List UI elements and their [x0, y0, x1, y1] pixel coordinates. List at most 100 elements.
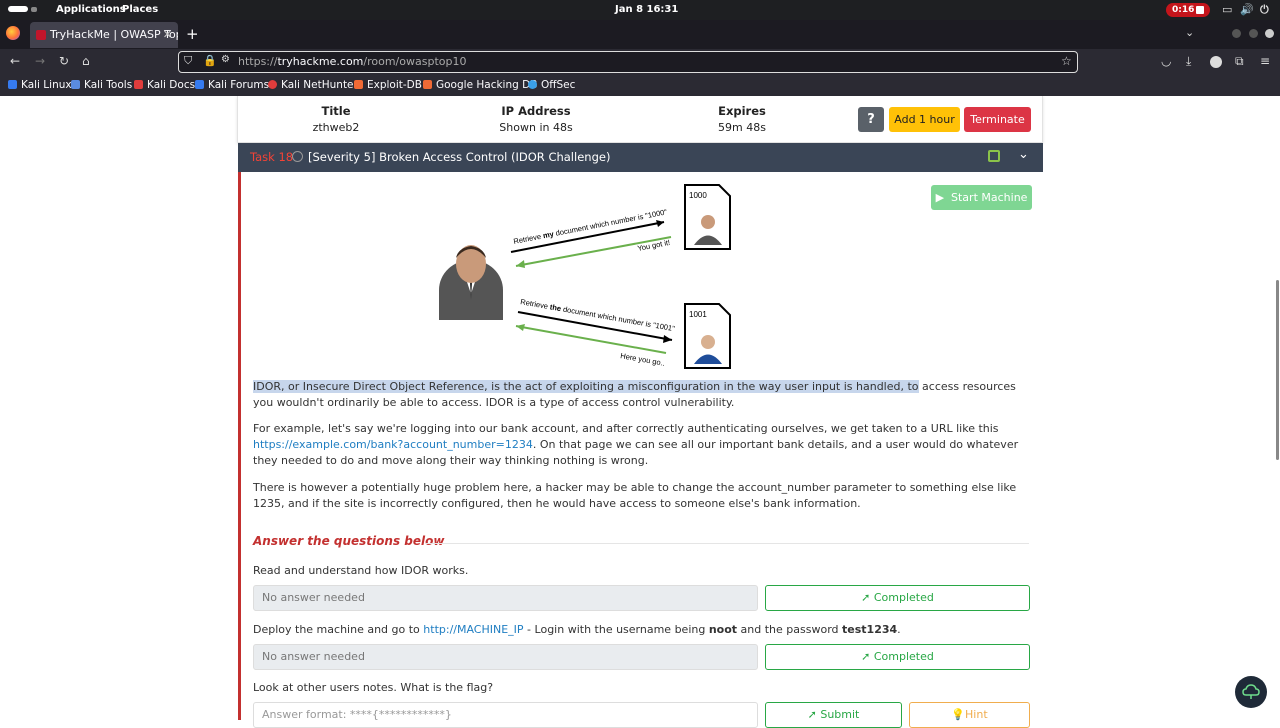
send-icon: ➚ [807, 708, 821, 721]
offsec-icon [528, 80, 537, 89]
example-url-link[interactable]: https://example.com/bank?account_number=… [253, 438, 533, 451]
question-text: and the password [737, 623, 843, 636]
url-text[interactable]: https://tryhackme.com/room/owasptop10 [238, 55, 466, 68]
cloud-icon [1242, 684, 1260, 699]
close-window-icon[interactable] [1265, 29, 1274, 38]
bookmark-kali-tools[interactable]: Kali Tools [71, 79, 132, 91]
browser-tab[interactable]: TryHackMe | OWASP Top ✕ [30, 22, 178, 48]
lock-icon[interactable]: 🔒 [203, 54, 217, 67]
response-2-text: Here you go.. [620, 351, 666, 368]
new-tab-icon[interactable]: + [186, 25, 199, 43]
password-text: test1234 [842, 623, 898, 636]
bookmark-star-icon[interactable]: ☆ [1061, 54, 1072, 68]
extensions-icon[interactable]: ⧉ [1235, 54, 1244, 69]
account-icon[interactable] [1210, 56, 1222, 68]
clock[interactable]: Jan 8 16:31 [615, 4, 678, 15]
response-arrowhead-1 [516, 260, 525, 268]
divider [426, 543, 1029, 544]
permissions-icon[interactable]: ⚙ [221, 54, 230, 65]
answer-3-field[interactable]: Answer format: ****{************} [253, 702, 758, 728]
start-machine-label: Start Machine [951, 191, 1028, 204]
add-hour-button[interactable]: Add 1 hour [889, 107, 960, 132]
paragraph-idor-definition: IDOR, or Insecure Direct Object Referenc… [253, 379, 1031, 411]
machine-info-panel: Title zthweb2 IP Address Shown in 48s Ex… [237, 96, 1043, 143]
answer-1-field[interactable]: No answer needed [253, 585, 758, 611]
bookmarks-bar: Kali Linux Kali Tools Kali Docs Kali For… [0, 75, 1280, 96]
title-label: Title [321, 104, 351, 118]
terminate-button[interactable]: Terminate [964, 107, 1031, 132]
bookmark-kali-nethunter[interactable]: Kali NetHunter [268, 79, 358, 91]
task-title: [Severity 5] Broken Access Control (IDOR… [308, 150, 611, 164]
firefox-logo-icon [6, 26, 20, 40]
reload-icon[interactable]: ↻ [59, 54, 69, 68]
task-header[interactable]: Task 18 [Severity 5] Broken Access Contr… [238, 143, 1043, 172]
completed-button-2[interactable]: ➚ Completed [765, 644, 1030, 670]
task-body: ▶ Start Machine 1000 1001 Retrieve my do… [238, 172, 1043, 728]
ghdb-icon [423, 80, 432, 89]
power-icon[interactable]: ⏻ [1260, 3, 1269, 17]
question-2: Deploy the machine and go to http://MACH… [253, 623, 901, 636]
submit-label: Submit [820, 708, 860, 721]
submit-button[interactable]: ➚ Submit [765, 702, 902, 728]
bookmark-label: Exploit-DB [367, 79, 422, 91]
machine-expires: Expires 59m 48s [692, 104, 792, 134]
bookmark-exploit-db[interactable]: Exploit-DB [354, 79, 422, 91]
send-icon: ➚ [861, 650, 874, 663]
response-1-text: You got it! [637, 238, 671, 253]
pocket-icon[interactable]: ◡ [1161, 54, 1171, 68]
cloud-network-button[interactable] [1235, 676, 1267, 708]
bookmark-offsec[interactable]: OffSec [528, 79, 575, 91]
help-button[interactable]: ? [858, 107, 884, 132]
list-tabs-icon[interactable]: ⌄ [1185, 26, 1194, 39]
machine-ip-link[interactable]: http://MACHINE_IP [423, 623, 523, 636]
home-icon[interactable]: ⌂ [82, 54, 90, 68]
bookmark-kali-forums[interactable]: Kali Forums [195, 79, 269, 91]
completed-button-1[interactable]: ➚ Completed [765, 585, 1030, 611]
url-domain: tryhackme.com [277, 55, 364, 68]
navigation-toolbar: ← → ↻ ⌂ ⛉ 🔒 ⚙ https://tryhackme.com/room… [0, 49, 1280, 75]
applications-menu[interactable]: Applications [56, 4, 126, 15]
task-number: Task 18 [250, 150, 294, 164]
kali-tools-icon [71, 80, 80, 89]
kali-icon [8, 80, 17, 89]
doc-1001-label: 1001 [689, 310, 707, 319]
paragraph-problem: There is however a potentially huge prob… [253, 481, 1017, 510]
paragraph-text: For example, let's say we're logging int… [253, 422, 999, 435]
question-text: . [897, 623, 901, 636]
paragraph-bank-example: For example, let's say we're logging int… [253, 421, 1031, 469]
chevron-down-icon[interactable]: ⌄ [1018, 147, 1029, 162]
workspace-indicator [31, 7, 37, 12]
maximize-icon[interactable] [1249, 29, 1258, 38]
screen-icon[interactable]: ▭ [1222, 3, 1232, 16]
recording-time: 0:16 [1172, 5, 1195, 15]
tryhackme-favicon-icon [36, 30, 46, 40]
tracking-shield-icon[interactable]: ⛉ [184, 54, 192, 68]
nethunter-icon [268, 80, 277, 89]
request-2-text: Retrieve the document which number is "1… [520, 297, 676, 333]
bookmark-kali-docs[interactable]: Kali Docs [134, 79, 195, 91]
hint-button[interactable]: 💡Hint [909, 702, 1030, 728]
response-arrowhead-2 [516, 324, 525, 331]
recording-indicator[interactable]: 0:16 [1166, 3, 1210, 17]
downloads-icon[interactable]: ⤓ [1186, 54, 1191, 69]
answer-2-field[interactable]: No answer needed [253, 644, 758, 670]
page-scrollbar[interactable] [1276, 280, 1279, 460]
question-3: Look at other users notes. What is the f… [253, 681, 494, 694]
expires-value: 59m 48s [718, 121, 766, 134]
forward-icon[interactable]: → [35, 54, 45, 68]
minimize-icon[interactable] [1232, 29, 1241, 38]
activities-indicator[interactable] [8, 6, 28, 12]
bookmark-kali-linux[interactable]: Kali Linux [8, 79, 72, 91]
hint-label: Hint [965, 708, 988, 721]
back-icon[interactable]: ← [10, 54, 20, 68]
notes-icon[interactable] [988, 150, 1000, 162]
idor-diagram: 1000 1001 Retrieve my document which num… [439, 184, 731, 369]
bookmark-google-hacking-db[interactable]: Google Hacking DB [423, 79, 537, 91]
places-menu[interactable]: Places [122, 4, 158, 15]
menu-icon[interactable]: ≡ [1260, 54, 1270, 68]
close-tab-icon[interactable]: ✕ [163, 22, 172, 48]
task-status-icon [292, 151, 303, 162]
volume-icon[interactable]: 🔊 [1240, 3, 1254, 16]
bookmark-label: Kali Forums [208, 79, 270, 91]
start-machine-button[interactable]: ▶ Start Machine [931, 185, 1032, 210]
